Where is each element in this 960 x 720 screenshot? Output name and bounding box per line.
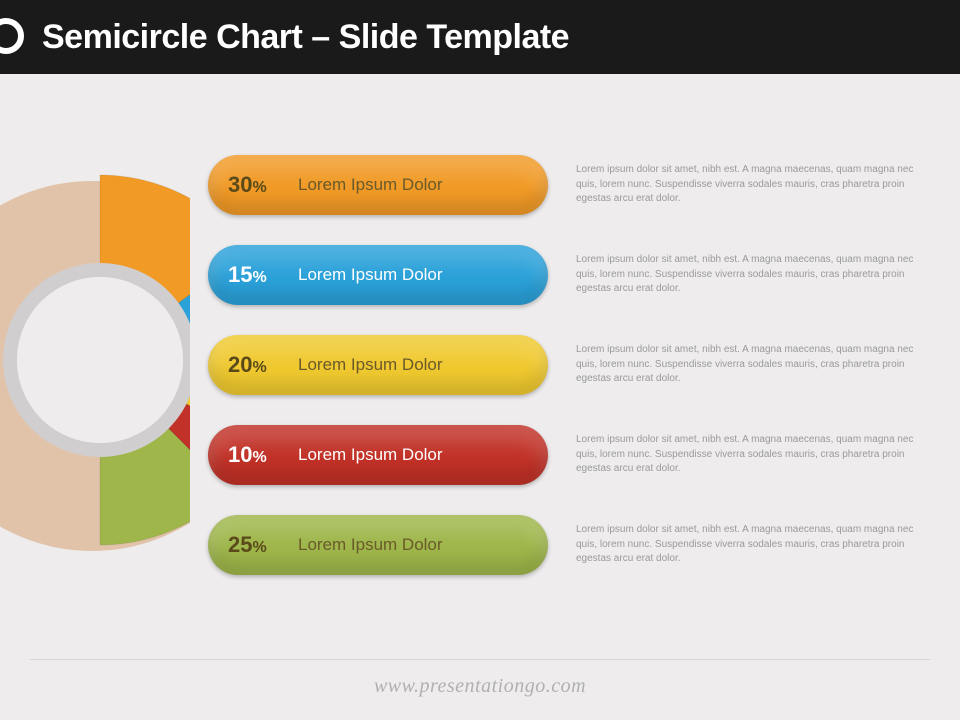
legend-label: Lorem Ipsum Dolor	[298, 445, 443, 465]
legend-percent: 10%	[228, 442, 298, 468]
legend-percent: 20%	[228, 352, 298, 378]
footer-link[interactable]: www.presentationgo.com	[0, 675, 960, 698]
donut-chart-svg	[0, 160, 190, 560]
legend-row: 30%Lorem Ipsum Dolor Lorem ipsum dolor si…	[208, 155, 938, 215]
legend-pill: 30%Lorem Ipsum Dolor	[208, 155, 548, 215]
legend-row: 20%Lorem Ipsum Dolor Lorem ipsum dolor si…	[208, 335, 938, 395]
legend-pill: 10%Lorem Ipsum Dolor	[208, 425, 548, 485]
legend-pill: 15%Lorem Ipsum Dolor	[208, 245, 548, 305]
legend-description: Lorem ipsum dolor sit amet, nibh est. A …	[576, 433, 926, 477]
legend-pill: 20%Lorem Ipsum Dolor	[208, 335, 548, 395]
legend-label: Lorem Ipsum Dolor	[298, 265, 443, 285]
header-bar: Semicircle Chart – Slide Template	[0, 0, 960, 74]
legend-percent: 25%	[228, 532, 298, 558]
legend-row: 25%Lorem Ipsum Dolor Lorem ipsum dolor si…	[208, 515, 938, 575]
divider	[30, 659, 930, 660]
legend-label: Lorem Ipsum Dolor	[298, 355, 443, 375]
legend-percent: 30%	[228, 172, 298, 198]
legend-label: Lorem Ipsum Dolor	[298, 175, 443, 195]
legend-description: Lorem ipsum dolor sit amet, nibh est. A …	[576, 163, 926, 207]
legend-row: 15%Lorem Ipsum Dolor Lorem ipsum dolor si…	[208, 245, 938, 305]
legend-rows: 30%Lorem Ipsum DolorLorem ipsum dolor si…	[208, 155, 938, 605]
header-bullet-icon	[0, 18, 24, 54]
legend-row: 10%Lorem Ipsum Dolor Lorem ipsum dolor si…	[208, 425, 938, 485]
legend-description: Lorem ipsum dolor sit amet, nibh est. A …	[576, 523, 926, 567]
legend-description: Lorem ipsum dolor sit amet, nibh est. A …	[576, 253, 926, 297]
legend-description: Lorem ipsum dolor sit amet, nibh est. A …	[576, 343, 926, 387]
page-title: Semicircle Chart – Slide Template	[42, 18, 569, 57]
legend-pill: 25%Lorem Ipsum Dolor	[208, 515, 548, 575]
legend-percent: 15%	[228, 262, 298, 288]
legend-label: Lorem Ipsum Dolor	[298, 535, 443, 555]
semicircle-donut-chart	[0, 160, 190, 560]
